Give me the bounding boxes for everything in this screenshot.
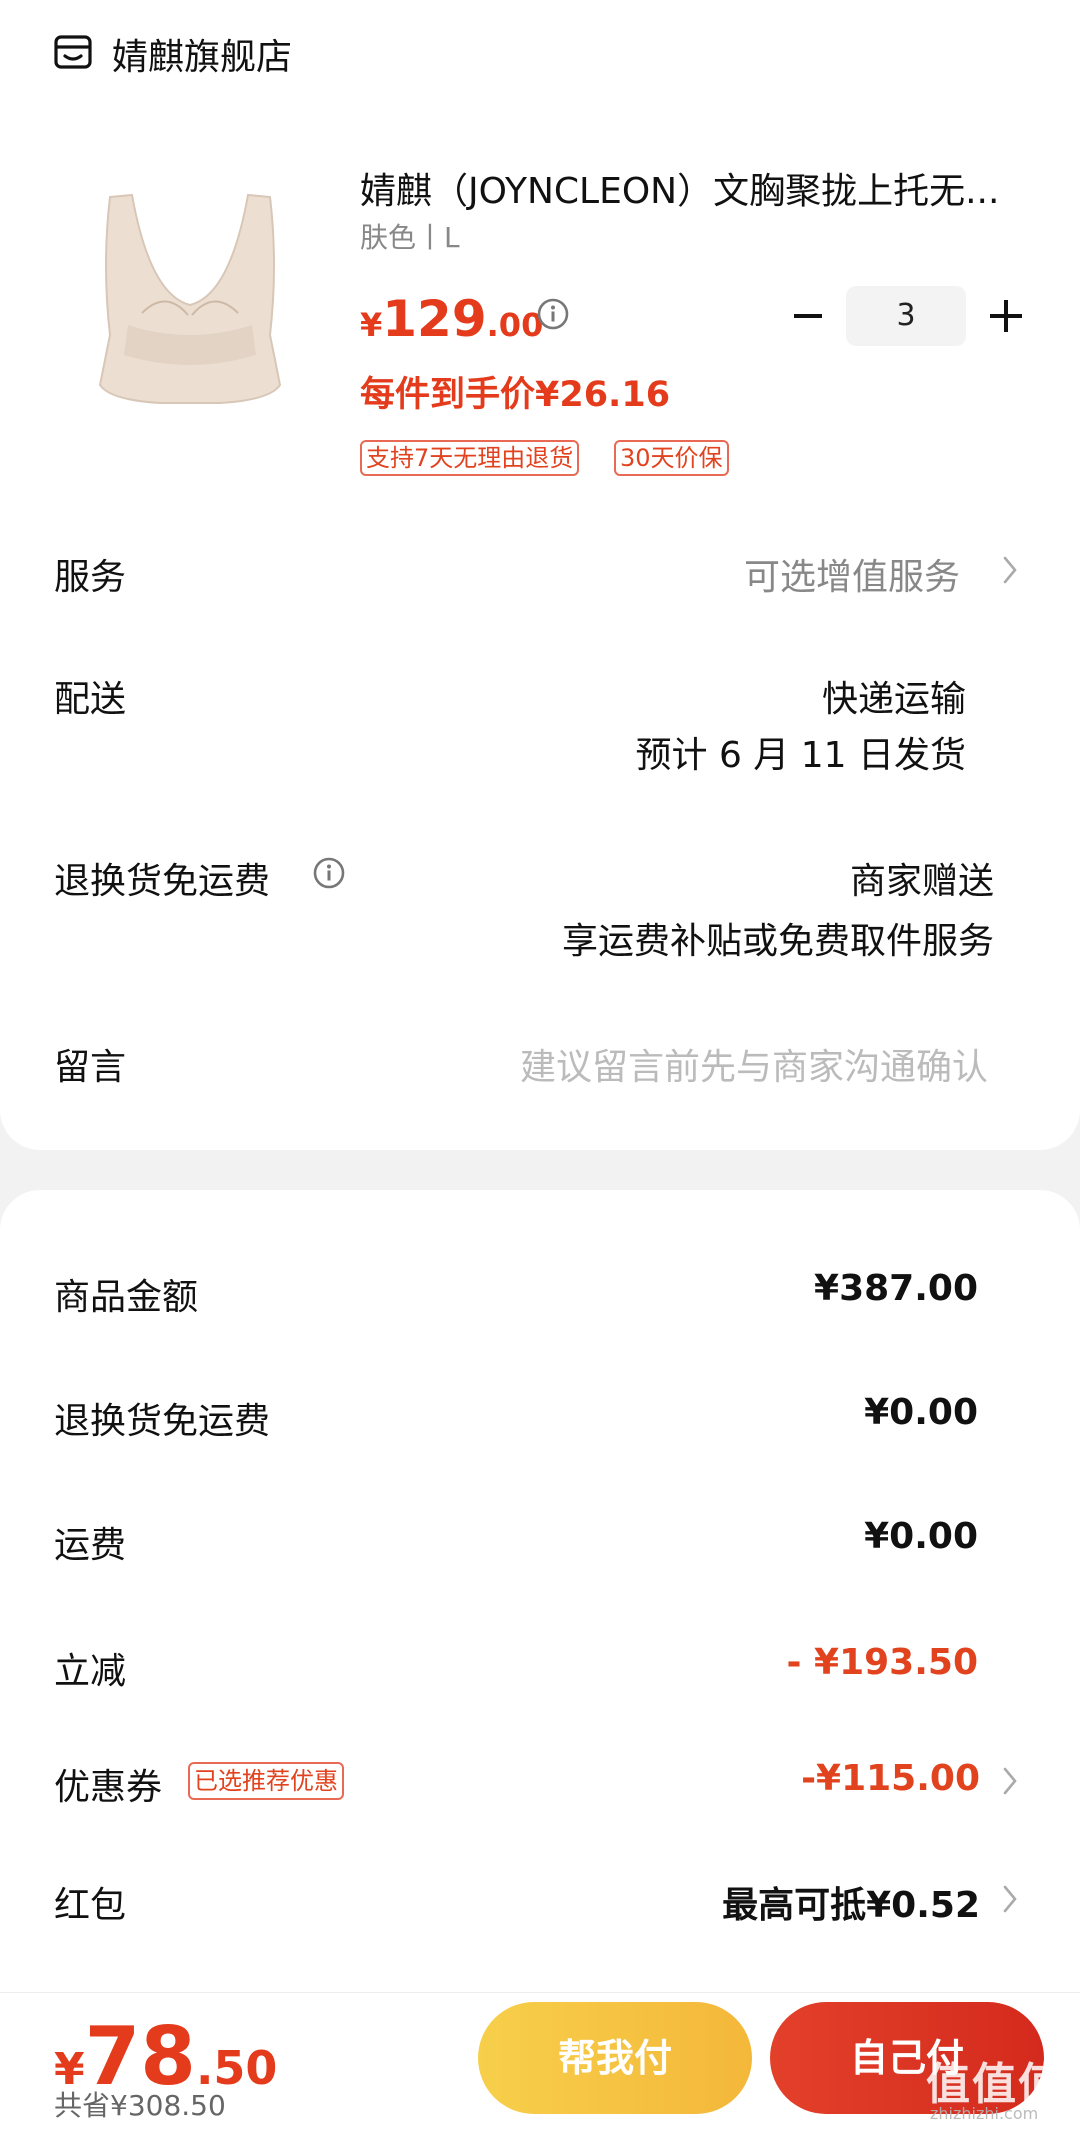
- watermark-url: zhizhizhi.com: [930, 2104, 1039, 2123]
- discount-label: 立减: [54, 1651, 127, 1692]
- return-info-icon[interactable]: [312, 856, 346, 890]
- message-input[interactable]: 建议留言前先与商家沟通确认: [520, 1038, 988, 1090]
- price-decimal: .00: [486, 306, 544, 344]
- service-label: 服务: [54, 557, 127, 598]
- watermark-logo: 值值值: [926, 2059, 1064, 2110]
- price-symbol: ¥: [360, 306, 383, 344]
- red-packet-value[interactable]: 最高可抵¥0.52: [722, 1876, 980, 1928]
- shipping-label: 运费: [54, 1525, 127, 1566]
- quantity-increase-button[interactable]: [984, 294, 1028, 338]
- price-info-icon[interactable]: [536, 297, 570, 331]
- return-free-label: 退换货免运费: [54, 861, 271, 902]
- goods-amount-value: ¥387.00: [814, 1268, 978, 1309]
- quantity-decrease-button[interactable]: [788, 296, 828, 336]
- coupon-value[interactable]: -¥115.00: [801, 1758, 980, 1799]
- store-name[interactable]: 婧麒旗舰店: [112, 28, 292, 80]
- quantity-input[interactable]: 3: [846, 286, 966, 346]
- return-policy-tag: 支持7天无理由退货: [360, 440, 580, 476]
- delivery-method[interactable]: 快递运输: [822, 670, 966, 722]
- product-price: ¥129.00: [360, 290, 543, 348]
- return-fee-label: 退换货免运费: [54, 1401, 271, 1442]
- return-fee-value: ¥0.00: [864, 1392, 978, 1433]
- shipping-value: ¥0.00: [864, 1516, 978, 1557]
- chevron-right-icon[interactable]: [1000, 1882, 1020, 1916]
- store-icon: [54, 35, 92, 69]
- goods-amount-label: 商品金额: [54, 1277, 199, 1318]
- return-free-description: 享运费补贴或免费取件服务: [561, 921, 994, 962]
- return-free-provider: 商家赠送: [849, 861, 994, 902]
- chevron-right-icon[interactable]: [1000, 1764, 1020, 1798]
- product-spec[interactable]: 肤色丨L: [360, 216, 460, 256]
- message-label: 留言: [54, 1047, 127, 1088]
- delivery-label: 配送: [54, 679, 127, 720]
- product-image[interactable]: [70, 185, 310, 410]
- delivery-estimate: 预计 6 月 11 日发货: [635, 735, 967, 776]
- price-integer: 129: [382, 290, 487, 348]
- price-protection-tag: 30天价保: [614, 440, 729, 476]
- coupon-label: 优惠券: [54, 1767, 163, 1808]
- coupon-recommend-tag: 已选推荐优惠: [188, 1762, 344, 1800]
- chevron-right-icon[interactable]: [1000, 553, 1020, 587]
- product-title[interactable]: 婧麒（JOYNCLEON）文胸聚拢上托无...: [360, 162, 1030, 214]
- total-saved: 共省¥308.50: [54, 2089, 226, 2122]
- service-value[interactable]: 可选增值服务: [744, 548, 960, 600]
- unit-price: 每件到手价¥26.16: [360, 375, 671, 415]
- help-me-pay-button[interactable]: 帮我付: [478, 2002, 752, 2114]
- discount-value: - ¥193.50: [786, 1642, 978, 1683]
- red-packet-label: 红包: [54, 1885, 127, 1926]
